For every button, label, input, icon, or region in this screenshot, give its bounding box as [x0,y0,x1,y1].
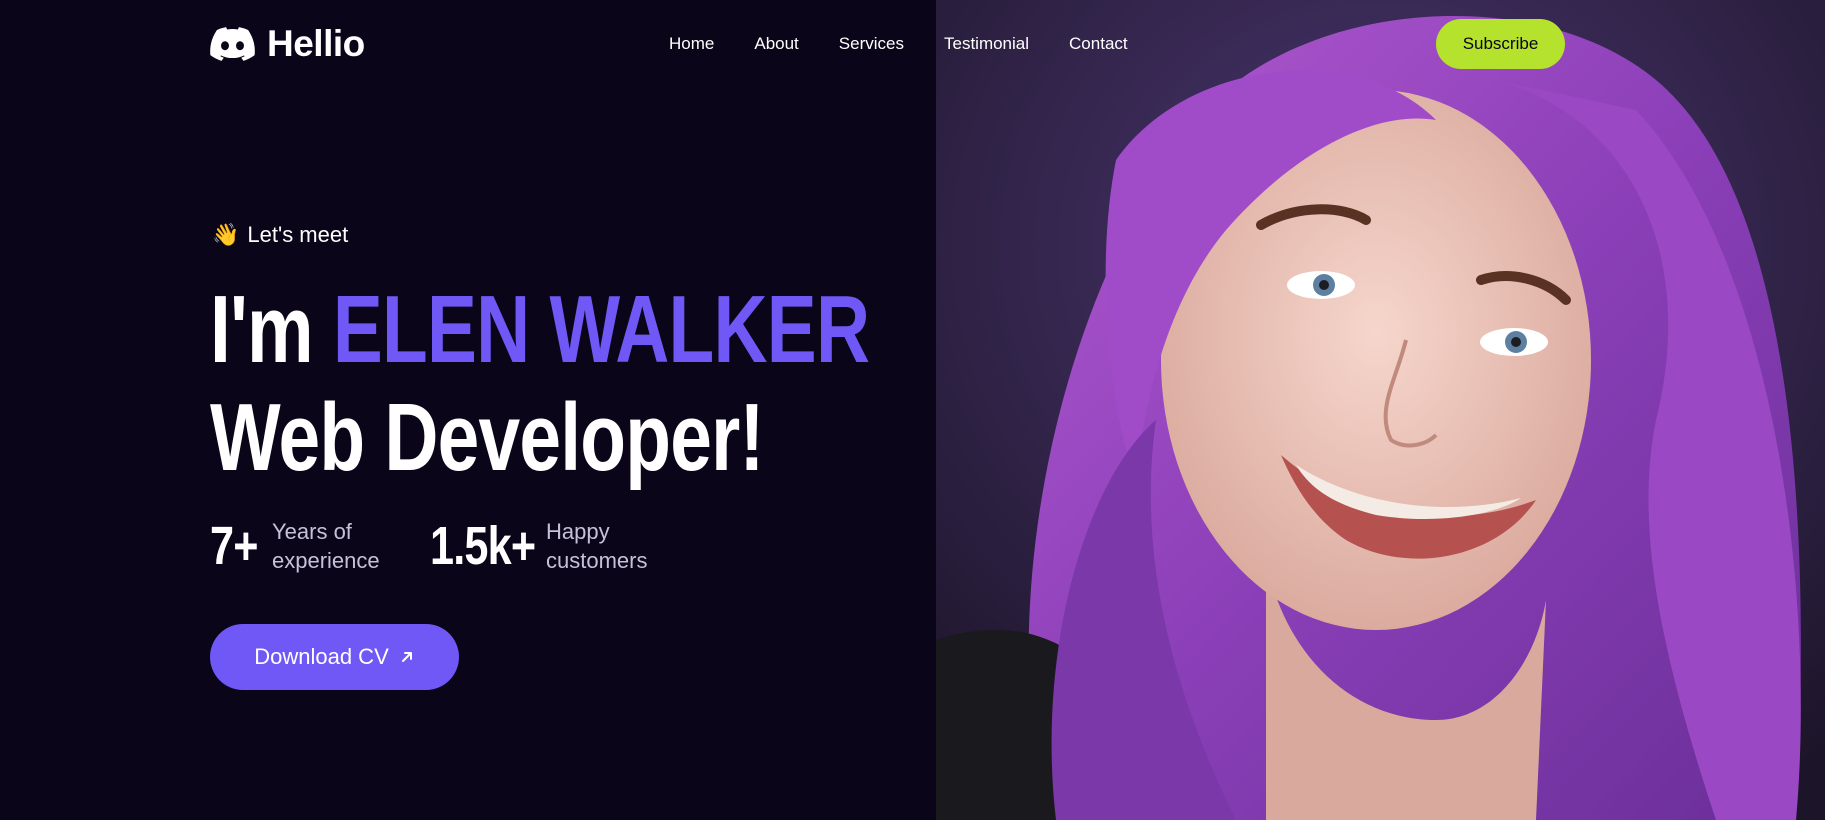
headline-role: Web Developer! [210,384,764,491]
download-cv-label: Download CV [254,644,389,669]
stats-row: 7+ Years of experience 1.5k+ Happy custo… [210,515,704,577]
stat-label-line: experience [272,548,380,573]
main-nav: Home About Services Testimonial Contact [669,30,1128,58]
stat-label: Happy customers [546,517,676,575]
nav-item-home[interactable]: Home [669,34,714,54]
subscribe-button[interactable]: Subscribe [1436,19,1565,69]
waving-hand-icon: 👋 [212,222,240,248]
greeting-text: Let's meet [247,222,349,247]
nav-item-about[interactable]: About [754,34,798,54]
nav-item-contact[interactable]: Contact [1069,34,1128,54]
stat-experience: 7+ Years of experience [210,515,402,577]
hero-portrait-image [936,0,1825,820]
stat-label: Years of experience [272,517,402,575]
headline-prefix: I'm [210,276,314,383]
nav-item-services[interactable]: Services [839,34,904,54]
download-cv-button[interactable]: Download CV [210,624,459,690]
hero-headline: I'm ELEN WALKER Web Developer! [210,276,910,492]
greeting: 👋 Let's meet [212,222,348,248]
discord-icon [210,27,255,61]
nav-item-testimonial[interactable]: Testimonial [944,34,1029,54]
headline-name: ELEN WALKER [332,276,870,383]
stat-value: 1.5k+ [430,516,536,576]
stat-label-line: Happy [546,519,610,544]
brand-name: Hellio [267,23,365,64]
arrow-up-right-icon [401,652,412,662]
brand-logo[interactable]: Hellio [210,22,365,66]
stat-label-line: customers [546,548,648,573]
stat-label-line: Years of [272,519,352,544]
stat-customers: 1.5k+ Happy customers [430,515,676,577]
headline-line-1: I'm ELEN WALKER [210,276,870,384]
stat-value: 7+ [210,516,258,576]
